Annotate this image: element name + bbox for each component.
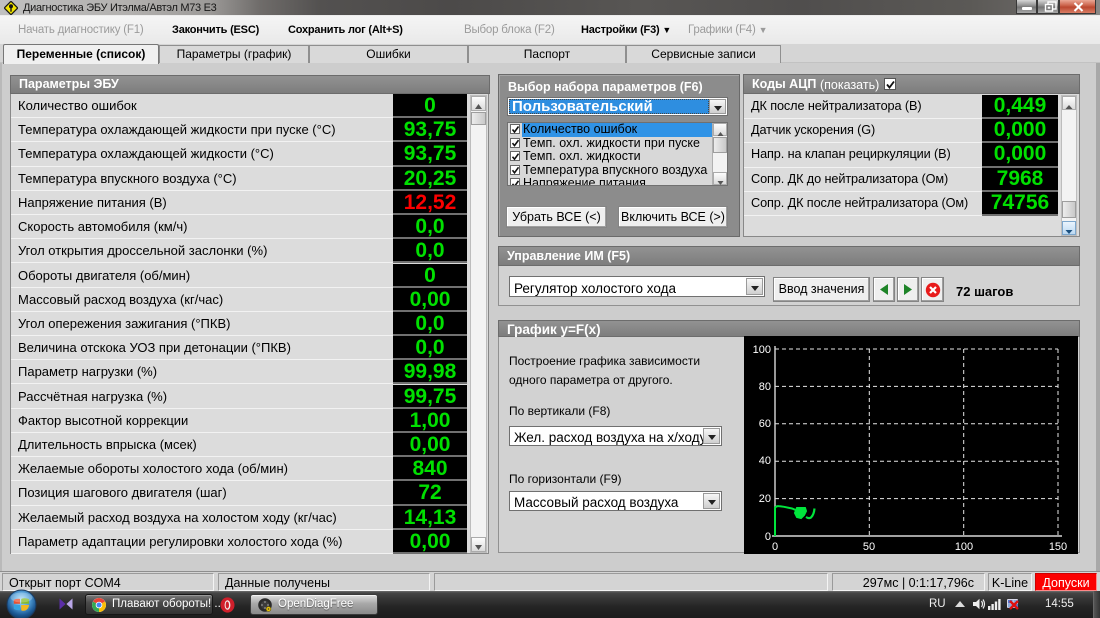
svg-text:100: 100 xyxy=(753,344,771,356)
svg-text:50: 50 xyxy=(863,541,875,553)
svg-text:20: 20 xyxy=(759,493,771,505)
svg-text:150: 150 xyxy=(1049,541,1067,553)
svg-text:40: 40 xyxy=(759,455,771,467)
svg-text:100: 100 xyxy=(955,541,973,553)
svg-text:0: 0 xyxy=(765,531,771,543)
svg-text:60: 60 xyxy=(759,418,771,430)
svg-text:80: 80 xyxy=(759,381,771,393)
svg-text:0: 0 xyxy=(772,541,778,553)
